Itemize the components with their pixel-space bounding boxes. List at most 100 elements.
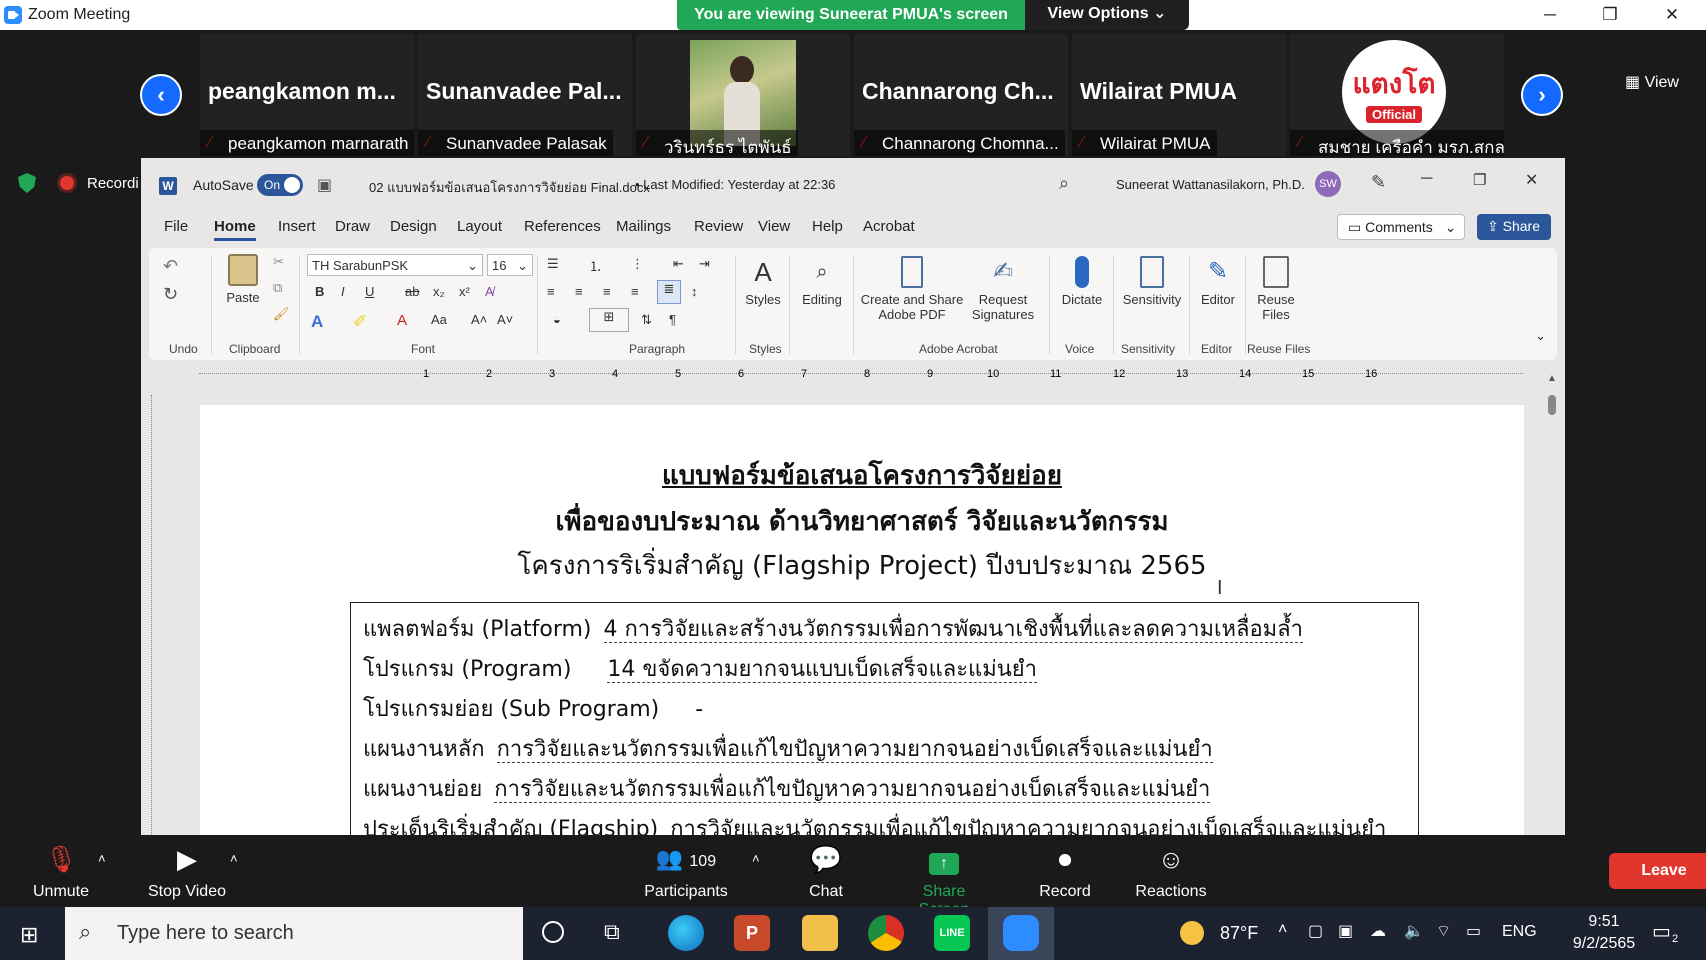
increase-indent-icon[interactable]: ⇥ bbox=[699, 256, 710, 272]
paste-button[interactable]: Paste bbox=[223, 254, 263, 305]
vertical-ruler[interactable] bbox=[141, 385, 163, 835]
edge-icon[interactable] bbox=[668, 915, 704, 951]
language-indicator[interactable]: ENG bbox=[1502, 923, 1537, 941]
comments-button[interactable]: ▭ Comments ⌄ bbox=[1337, 214, 1465, 240]
show-hidden-icons-icon[interactable]: ˄ bbox=[1278, 921, 1287, 939]
weather-icon[interactable] bbox=[1180, 921, 1204, 945]
clock-time[interactable]: 9:51 bbox=[1572, 913, 1636, 931]
view-options-button[interactable]: View Options ⌄ bbox=[1025, 0, 1189, 30]
leave-button[interactable]: Leave bbox=[1609, 853, 1706, 889]
record-button[interactable]: ⏺ Record bbox=[1038, 843, 1092, 901]
tab-help[interactable]: Help bbox=[812, 218, 843, 235]
next-page-arrow-icon[interactable]: › bbox=[1521, 74, 1563, 116]
clear-format-icon[interactable]: A̸ bbox=[485, 284, 494, 299]
line-spacing-icon[interactable]: ↕ bbox=[691, 284, 698, 299]
text-effects-icon[interactable]: A bbox=[311, 312, 323, 332]
horizontal-ruler[interactable]: 1 2 3 4 5 6 7 8 9 10 11 12 13 14 15 16 bbox=[141, 363, 1565, 385]
last-modified[interactable]: • Last Modified: Yesterday at 22:36 bbox=[635, 177, 835, 192]
styles-button[interactable]: A Styles bbox=[743, 256, 783, 307]
participant-tile[interactable]: Sunanvadee Pal... ⁄ Sunanvadee Palasak bbox=[418, 34, 632, 156]
wifi-icon[interactable]: ⌔ bbox=[1436, 921, 1451, 941]
editor-button[interactable]: ✎ Editor bbox=[1195, 256, 1241, 307]
share-button[interactable]: ⇪ Share bbox=[1477, 214, 1551, 240]
strikethrough-icon[interactable]: ab bbox=[405, 284, 419, 299]
tab-insert[interactable]: Insert bbox=[278, 218, 316, 235]
tab-mailings[interactable]: Mailings bbox=[616, 218, 671, 235]
file-explorer-icon[interactable] bbox=[802, 915, 838, 951]
chrome-icon[interactable] bbox=[868, 915, 904, 951]
grow-font-icon[interactable]: A˄ bbox=[471, 312, 487, 327]
numbering-icon[interactable]: ⒈ bbox=[589, 256, 602, 275]
undo-icon[interactable]: ↶ bbox=[163, 256, 178, 277]
tab-view[interactable]: View bbox=[758, 218, 790, 235]
highlight-icon[interactable]: ✐ bbox=[353, 312, 367, 332]
change-case-icon[interactable]: Aa bbox=[431, 312, 447, 327]
participants-button[interactable]: 👥 109 Participants bbox=[638, 843, 734, 901]
taskbar-search-input[interactable]: ⌕ Type here to search bbox=[65, 907, 523, 960]
participant-tile[interactable]: ⁄ วรินทร์ธร ไตพันธ์ bbox=[636, 34, 850, 156]
unmute-button[interactable]: 🎙 Unmute bbox=[26, 843, 96, 901]
format-painter-icon[interactable]: 🖌 bbox=[273, 306, 290, 322]
tab-review[interactable]: Review bbox=[694, 218, 743, 235]
gallery-view-button[interactable]: ▦ View bbox=[1625, 72, 1679, 92]
tab-acrobat[interactable]: Acrobat bbox=[863, 218, 915, 235]
sensitivity-button[interactable]: Sensitivity bbox=[1119, 256, 1185, 307]
shrink-font-icon[interactable]: A˅ bbox=[497, 312, 513, 327]
notification-icon[interactable]: ▭ bbox=[1652, 919, 1671, 944]
copy-icon[interactable]: ⧉ bbox=[273, 280, 282, 296]
clock-date[interactable]: 9/2/2565 bbox=[1562, 935, 1646, 953]
cortana-icon[interactable] bbox=[542, 921, 564, 943]
line-app-icon[interactable]: LINE bbox=[934, 915, 970, 951]
ribbon-collapse-icon[interactable]: ⌄ bbox=[1535, 328, 1546, 344]
close-icon[interactable]: ✕ bbox=[1650, 2, 1694, 28]
underline-icon[interactable]: U bbox=[365, 284, 374, 299]
participant-tile[interactable]: Wilairat PMUA ⁄ Wilairat PMUA bbox=[1072, 34, 1286, 156]
restore-icon[interactable]: ❐ bbox=[1588, 2, 1632, 28]
font-size-select[interactable]: 16 ⌄ bbox=[487, 254, 533, 276]
meet-now-icon[interactable]: ▢ bbox=[1308, 921, 1323, 941]
font-color-icon[interactable]: A bbox=[397, 312, 407, 329]
font-name-select[interactable]: TH SarabunPSK ⌄ bbox=[307, 254, 483, 276]
bullets-icon[interactable]: ☰ bbox=[547, 256, 559, 272]
video-options-chevron-icon[interactable]: ˄ bbox=[230, 851, 238, 866]
participant-tile[interactable]: peangkamon m... ⁄ peangkamon marnarath bbox=[200, 34, 414, 156]
capture-icon[interactable]: ▣ bbox=[1338, 921, 1353, 941]
reactions-button[interactable]: ☺ Reactions bbox=[1134, 843, 1208, 901]
vertical-scrollbar[interactable]: ▲ bbox=[1545, 373, 1559, 833]
audio-options-chevron-icon[interactable]: ˄ bbox=[98, 851, 106, 866]
search-icon[interactable]: ⌕ bbox=[1059, 173, 1069, 194]
tab-home[interactable]: Home bbox=[214, 218, 256, 241]
shading-icon[interactable]: ◒ bbox=[553, 312, 561, 327]
dictate-button[interactable]: Dictate bbox=[1055, 256, 1109, 307]
reuse-files-button[interactable]: Reuse Files bbox=[1251, 256, 1301, 322]
borders-icon[interactable]: ⊞ bbox=[589, 308, 629, 332]
participants-chevron-icon[interactable]: ˄ bbox=[752, 851, 760, 866]
cut-icon[interactable]: ✂ bbox=[273, 254, 284, 270]
sort-icon[interactable]: ⇅ bbox=[641, 312, 652, 328]
participant-tile[interactable]: Channarong Ch... ⁄ Channarong Chomna... bbox=[854, 34, 1068, 156]
pilcrow-icon[interactable]: ¶ bbox=[669, 312, 676, 327]
document-page[interactable]: แบบฟอร์มข้อเสนอโครงการวิจัยย่อย เพื่อของ… bbox=[200, 405, 1524, 835]
word-minimize-icon[interactable]: ─ bbox=[1421, 170, 1432, 188]
chat-button[interactable]: 💬 Chat bbox=[806, 843, 846, 901]
superscript-icon[interactable]: x² bbox=[459, 284, 470, 299]
powerpoint-icon[interactable]: P bbox=[734, 915, 770, 951]
request-signatures-button[interactable]: ✍ Request Signatures bbox=[963, 256, 1043, 322]
subscript-icon[interactable]: x₂ bbox=[433, 284, 445, 299]
autosave-toggle[interactable]: On bbox=[257, 174, 303, 196]
align-left-icon[interactable]: ≡ bbox=[547, 284, 555, 299]
scroll-up-icon[interactable]: ▲ bbox=[1547, 373, 1557, 384]
avatar[interactable]: SW bbox=[1315, 171, 1341, 197]
save-icon[interactable]: ▣ bbox=[317, 175, 332, 195]
bold-icon[interactable]: B bbox=[315, 284, 324, 299]
volume-icon[interactable]: 🔈 bbox=[1404, 921, 1424, 941]
italic-icon[interactable]: I bbox=[341, 284, 345, 299]
redo-icon[interactable]: ↻ bbox=[163, 284, 178, 305]
justify-icon[interactable]: ≡ bbox=[631, 284, 639, 299]
minimize-icon[interactable]: ─ bbox=[1528, 2, 1572, 28]
create-share-pdf-button[interactable]: Create and Share Adobe PDF bbox=[859, 256, 965, 322]
align-center-icon[interactable]: ≡ bbox=[575, 284, 583, 299]
prev-page-arrow-icon[interactable]: ‹ bbox=[140, 74, 182, 116]
participant-tile[interactable]: แตงโต Official ⁄ สมชาย เครือคำ มรภ.สกลน.… bbox=[1290, 34, 1504, 156]
multilevel-icon[interactable]: ⋮ bbox=[631, 256, 644, 272]
